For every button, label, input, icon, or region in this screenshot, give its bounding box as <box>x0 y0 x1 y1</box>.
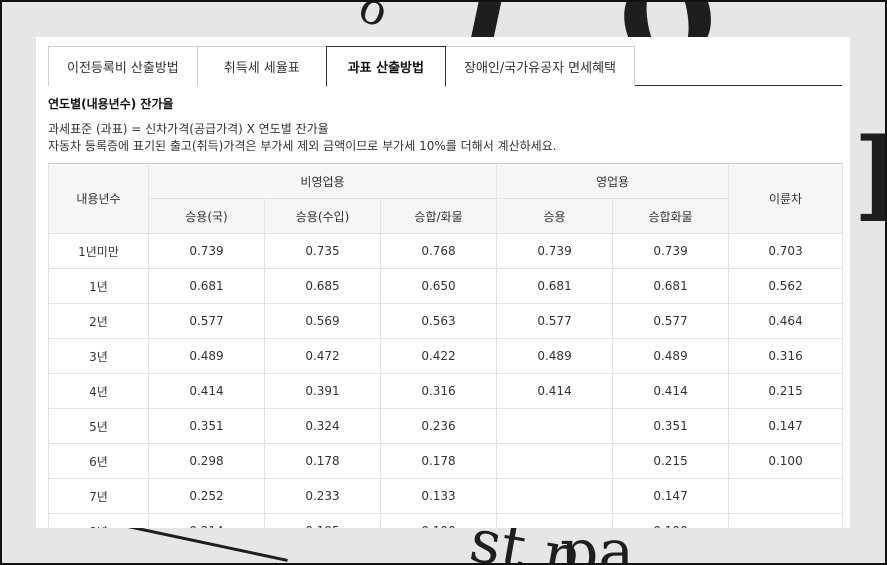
rate-cell: 0.650 <box>379 268 498 304</box>
row-year-cell: 7년 <box>48 478 149 514</box>
background-glyph: o <box>352 0 395 39</box>
rate-cell: 0.685 <box>264 268 381 304</box>
table-row: 4년 0.414 0.391 0.316 0.414 0.414 0.215 <box>48 373 844 409</box>
header-two-wheeler: 이륜차 <box>728 163 844 234</box>
rate-cell: 0.178 <box>379 443 498 479</box>
table-row: 1년미만 0.739 0.735 0.768 0.739 0.739 0.703 <box>48 233 844 269</box>
rate-cell: 0.681 <box>496 268 614 304</box>
rate-cell: 0.489 <box>148 338 265 374</box>
background-glyph: pa <box>560 517 635 565</box>
rate-cell: 0.214 <box>148 513 265 528</box>
rate-cell: 0.316 <box>728 338 844 374</box>
rate-cell: 0.215 <box>728 373 844 409</box>
rate-cell: 0.215 <box>612 443 730 479</box>
rate-cell: 0.422 <box>379 338 498 374</box>
table-row: 5년 0.351 0.324 0.236 0.351 0.147 <box>48 408 844 444</box>
rate-cell: 0.298 <box>148 443 265 479</box>
header-years: 내용년수 <box>48 163 149 234</box>
rate-cell: 0.569 <box>264 303 381 339</box>
rate-cell: 0.739 <box>612 233 730 269</box>
row-year-cell: 6년 <box>48 443 149 479</box>
rate-cell: 0.252 <box>148 478 265 514</box>
rate-cell: 0.133 <box>379 478 498 514</box>
rate-cell <box>496 443 614 479</box>
rate-cell <box>496 408 614 444</box>
rate-cell: 0.735 <box>264 233 381 269</box>
rate-cell: 0.147 <box>728 408 844 444</box>
rate-cell: 0.577 <box>148 303 265 339</box>
rate-cell: 0.414 <box>612 373 730 409</box>
header-sub: 승용(수입) <box>264 198 381 234</box>
row-year-cell: 2년 <box>48 303 149 339</box>
rate-cell: 0.324 <box>264 408 381 444</box>
row-year-cell: 4년 <box>48 373 149 409</box>
rate-cell: 0.681 <box>148 268 265 304</box>
section-title: 연도별(내용년수) 잔가율 <box>48 97 174 111</box>
tab-bar: 이전등록비 산출방법 취득세 세율표 과표 산출방법 장애인/국가유공자 면세혜… <box>48 46 842 87</box>
rate-cell: 0.147 <box>612 478 730 514</box>
row-year-cell: 1년미만 <box>48 233 149 269</box>
table-row: 6년 0.298 0.178 0.178 0.215 0.100 <box>48 443 844 479</box>
row-year-cell: 5년 <box>48 408 149 444</box>
table-row: 3년 0.489 0.472 0.422 0.489 0.489 0.316 <box>48 338 844 374</box>
residual-rate-section: 연도별(내용년수) 잔가율 과세표준 (과표) = 신차가격(공급가격) X 연… <box>48 95 842 155</box>
residual-rate-table: 내용년수 비영업용 영업용 이륜차 승용(국) 승용(수입) 승합/화물 승용 … <box>48 163 844 528</box>
rate-cell: 0.100 <box>728 443 844 479</box>
rate-cell: 0.178 <box>264 443 381 479</box>
rate-cell: 0.233 <box>264 478 381 514</box>
formula-text: 과세표준 (과표) = 신차가격(공급가격) X 연도별 잔가율 <box>48 122 329 136</box>
rate-cell <box>728 478 844 514</box>
background-glyph: H <box>855 120 887 240</box>
rate-cell <box>496 513 614 528</box>
header-non-business: 비영업용 <box>147 163 498 199</box>
rate-cell: 0.391 <box>264 373 381 409</box>
rate-cell: 0.472 <box>264 338 381 374</box>
rate-cell: 0.739 <box>148 233 265 269</box>
rate-cell: 0.414 <box>148 373 265 409</box>
header-sub: 승용 <box>496 198 614 234</box>
header-sub: 승합화물 <box>612 198 730 234</box>
rate-cell: 0.351 <box>148 408 265 444</box>
rate-cell: 0.739 <box>496 233 614 269</box>
rate-cell: 0.195 <box>264 513 381 528</box>
rate-cell: 0.351 <box>612 408 730 444</box>
table-body: 1년미만 0.739 0.735 0.768 0.739 0.739 0.703 1년 0.68… <box>48 233 844 528</box>
tab-transfer-cost[interactable]: 이전등록비 산출방법 <box>48 46 198 86</box>
rate-cell: 0.768 <box>379 233 498 269</box>
rate-cell: 0.577 <box>612 303 730 339</box>
header-business: 영업용 <box>496 163 730 199</box>
rate-cell <box>496 478 614 514</box>
rate-cell: 0.236 <box>379 408 498 444</box>
rate-cell: 0.563 <box>379 303 498 339</box>
vat-note: 자동차 등록증에 표기된 출고(취득)가격은 부가세 제외 금액이므로 부가세 … <box>48 139 557 153</box>
row-year-cell: 8년 <box>48 513 149 528</box>
table-row: 8년0.2140.1950.1000.100 <box>48 513 844 528</box>
tab-acquisition-tax-rate[interactable]: 취득세 세율표 <box>196 46 327 86</box>
tab-disability-exemption[interactable]: 장애인/국가유공자 면세혜택 <box>444 46 636 86</box>
rate-cell: 0.316 <box>379 373 498 409</box>
row-year-cell: 1년 <box>48 268 149 304</box>
header-sub: 승용(국) <box>148 198 265 234</box>
row-year-cell: 3년 <box>48 338 149 374</box>
rate-cell: 0.489 <box>496 338 614 374</box>
rate-cell: 0.489 <box>612 338 730 374</box>
header-sub: 승합/화물 <box>379 198 498 234</box>
rate-cell <box>728 513 844 528</box>
tab-tax-base-calculation[interactable]: 과표 산출방법 <box>325 46 446 87</box>
table-row: 1년 0.681 0.685 0.650 0.681 0.681 0.562 <box>48 268 844 304</box>
rate-cell: 0.562 <box>728 268 844 304</box>
rate-cell: 0.464 <box>728 303 844 339</box>
rate-cell: 0.703 <box>728 233 844 269</box>
rate-cell: 0.414 <box>496 373 614 409</box>
table-row: 2년 0.577 0.569 0.563 0.577 0.577 0.464 <box>48 303 844 339</box>
rate-cell: 0.100 <box>612 513 730 528</box>
rate-cell: 0.681 <box>612 268 730 304</box>
rate-cell: 0.100 <box>379 513 498 528</box>
rate-cell: 0.577 <box>496 303 614 339</box>
content-card: 이전등록비 산출방법 취득세 세율표 과표 산출방법 장애인/국가유공자 면세혜… <box>36 37 850 528</box>
table-row: 7년 0.252 0.233 0.133 0.147 <box>48 478 844 514</box>
